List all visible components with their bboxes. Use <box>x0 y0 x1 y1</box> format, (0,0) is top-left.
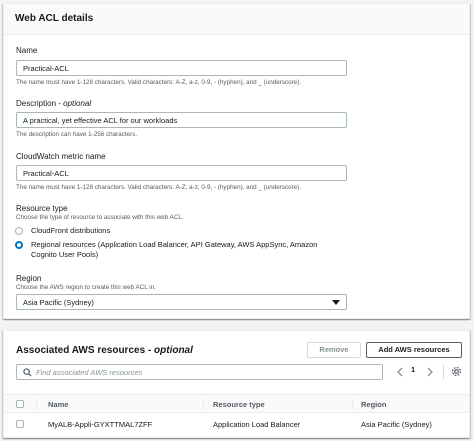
row-name: MyALB-Appli-GYXTTMAL7ZFF <box>48 420 153 429</box>
radio-label: Regional resources (Application Load Bal… <box>31 240 318 259</box>
description-label: Description - optional <box>16 99 92 108</box>
search-icon <box>23 368 32 377</box>
row-resource-type: Application Load Balancer <box>213 420 301 429</box>
chevron-right-icon[interactable] <box>427 367 433 377</box>
table-row[interactable]: MyALB-Appli-GYXTTMAL7ZFF Application Loa… <box>4 413 469 435</box>
region-select[interactable]: Asia Pacific (Sydney) <box>16 294 347 310</box>
column-header-name[interactable]: Name <box>48 400 68 409</box>
select-all-checkbox[interactable] <box>16 400 24 408</box>
column-separator <box>203 399 204 410</box>
panel-title: Web ACL details <box>15 13 94 24</box>
associated-resources-panel: Associated AWS resources - optional Remo… <box>3 330 470 438</box>
description-hint: The description can have 1-256 character… <box>16 131 138 138</box>
metric-input[interactable] <box>16 165 347 181</box>
name-label: Name <box>16 46 38 55</box>
row-checkbox[interactable] <box>16 420 24 428</box>
region-hint: Choose the AWS region to create this web… <box>16 284 156 291</box>
radio-cloudfront[interactable]: CloudFront distributions <box>15 226 110 236</box>
radio-button-selected[interactable] <box>15 241 23 249</box>
column-separator <box>36 399 37 410</box>
radio-label: CloudFront distributions <box>31 226 111 235</box>
row-region: Asia Pacific (Sydney) <box>361 420 432 429</box>
name-input[interactable] <box>16 60 347 76</box>
panel-header: Web ACL details <box>4 4 469 35</box>
name-hint: The name must have 1-128 characters. Val… <box>16 79 302 86</box>
region-label: Region <box>16 274 42 283</box>
gear-icon[interactable] <box>451 366 462 377</box>
radio-button[interactable] <box>15 227 23 235</box>
search-input[interactable]: Find associated AWS resources <box>16 364 383 380</box>
region-select-value: Asia Pacific (Sydney) <box>23 298 94 307</box>
chevron-left-icon[interactable] <box>397 367 403 377</box>
resource-type-label: Resource type <box>16 204 68 213</box>
add-aws-resources-button[interactable]: Add AWS resources <box>366 342 462 358</box>
web-acl-details-panel: Web ACL details Name The name must have … <box>3 3 470 319</box>
remove-button[interactable]: Remove <box>307 342 361 358</box>
column-separator <box>352 399 353 410</box>
metric-hint: The name must have 1-128 characters. Val… <box>16 184 302 191</box>
search-placeholder: Find associated AWS resources <box>36 368 143 377</box>
table-header: Name Resource type Region <box>4 394 469 413</box>
divider <box>443 365 444 379</box>
page-number[interactable]: 1 <box>411 365 415 374</box>
caret-down-icon <box>332 300 340 305</box>
column-header-resource-type[interactable]: Resource type <box>213 400 265 409</box>
metric-label: CloudWatch metric name <box>16 152 106 161</box>
column-header-region[interactable]: Region <box>361 400 386 409</box>
resource-type-hint: Choose the type of resource to associate… <box>16 214 184 221</box>
associated-title: Associated AWS resources - optional <box>16 345 193 356</box>
description-input[interactable] <box>16 112 347 128</box>
radio-regional[interactable]: Regional resources (Application Load Bal… <box>15 240 317 260</box>
